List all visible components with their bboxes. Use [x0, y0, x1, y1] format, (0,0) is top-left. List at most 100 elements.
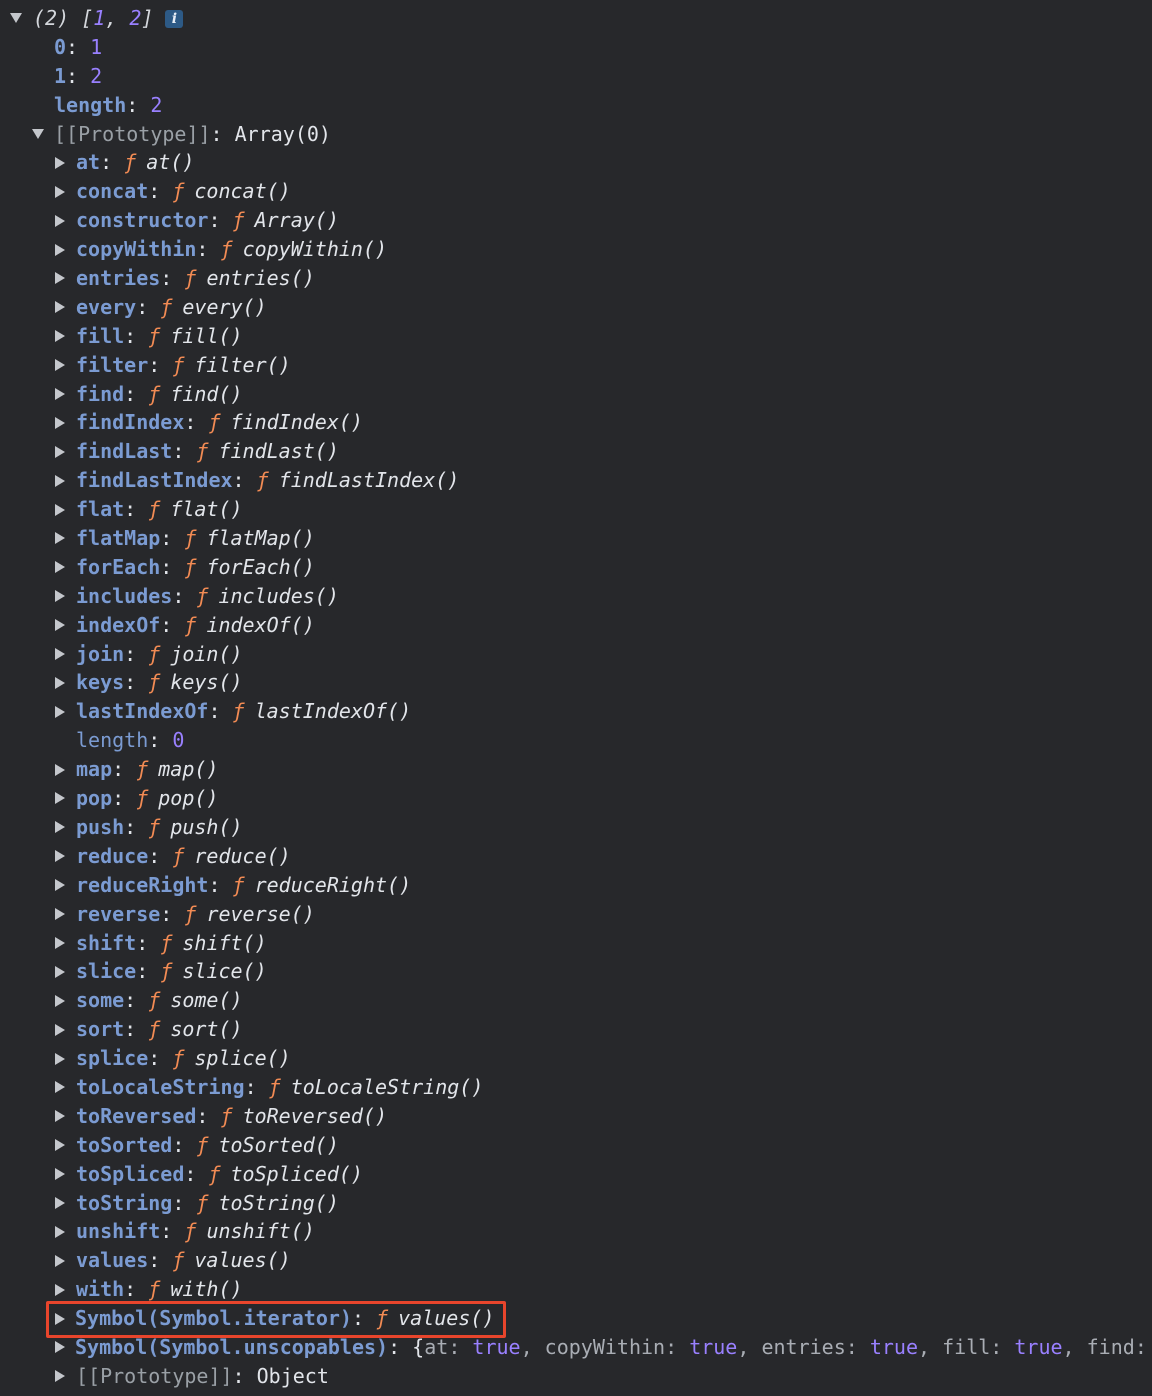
symbol-unscopables-row[interactable]: Symbol(Symbol.unscopables): {at: true, c…	[0, 1333, 1152, 1362]
object-prototype-row[interactable]: [[Prototype]]: Object	[0, 1362, 1152, 1391]
method-row[interactable]: toReversed: ƒ toReversed()	[0, 1102, 1152, 1131]
caret-down-icon[interactable]	[9, 4, 23, 33]
prototype-value: Object	[256, 1363, 329, 1388]
caret-right-icon[interactable]	[53, 235, 67, 264]
method-row[interactable]: filter: ƒ filter()	[0, 351, 1152, 380]
caret-right-icon[interactable]	[53, 1073, 67, 1102]
entry-value: 2	[150, 92, 163, 117]
caret-right-icon[interactable]	[53, 1015, 67, 1044]
method-row[interactable]: values: ƒ values()	[0, 1246, 1152, 1275]
method-row[interactable]: sort: ƒ sort()	[0, 1015, 1152, 1044]
caret-right-icon[interactable]	[53, 380, 67, 409]
method-row[interactable]: keys: ƒ keys()	[0, 668, 1152, 697]
method-row[interactable]: toSpliced: ƒ toSpliced()	[0, 1160, 1152, 1189]
method-row[interactable]: indexOf: ƒ indexOf()	[0, 611, 1152, 640]
method-row[interactable]: reduceRight: ƒ reduceRight()	[0, 871, 1152, 900]
caret-right-icon[interactable]	[53, 524, 67, 553]
method-row[interactable]: entries: ƒ entries()	[0, 264, 1152, 293]
caret-right-icon[interactable]	[53, 871, 67, 900]
caret-right-icon[interactable]	[53, 351, 67, 380]
method-row[interactable]: flatMap: ƒ flatMap()	[0, 524, 1152, 553]
caret-right-icon[interactable]	[53, 640, 67, 669]
caret-right-icon[interactable]	[53, 206, 67, 235]
method-row[interactable]: unshift: ƒ unshift()	[0, 1217, 1152, 1246]
caret-right-icon[interactable]	[53, 322, 67, 351]
method-row[interactable]: push: ƒ push()	[0, 813, 1152, 842]
function-name: fill()	[170, 323, 243, 348]
caret-right-icon[interactable]	[53, 582, 67, 611]
caret-right-icon[interactable]	[53, 293, 67, 322]
function-icon: ƒ	[148, 814, 161, 839]
caret-right-icon[interactable]	[53, 986, 67, 1015]
caret-right-icon[interactable]	[53, 495, 67, 524]
method-row[interactable]: includes: ƒ includes()	[0, 582, 1152, 611]
caret-down-icon[interactable]	[31, 120, 45, 149]
caret-right-icon[interactable]	[53, 1160, 67, 1189]
method-row[interactable]: splice: ƒ splice()	[0, 1044, 1152, 1073]
caret-right-icon[interactable]	[53, 1102, 67, 1131]
caret-right-icon[interactable]	[53, 755, 67, 784]
method-row[interactable]: some: ƒ some()	[0, 986, 1152, 1015]
caret-right-icon[interactable]	[53, 1044, 67, 1073]
caret-right-icon[interactable]	[53, 408, 67, 437]
caret-right-icon[interactable]	[53, 668, 67, 697]
caret-right-icon[interactable]	[53, 900, 67, 929]
method-row[interactable]: findIndex: ƒ findIndex()	[0, 408, 1152, 437]
caret-right-icon[interactable]	[53, 1333, 67, 1362]
caret-right-icon[interactable]	[53, 466, 67, 495]
caret-right-icon[interactable]	[53, 697, 67, 726]
unscopable-key: fill	[942, 1334, 991, 1359]
caret-right-icon[interactable]	[53, 842, 67, 871]
method-row[interactable]: shift: ƒ shift()	[0, 929, 1152, 958]
method-row[interactable]: toLocaleString: ƒ toLocaleString()	[0, 1073, 1152, 1102]
method-row[interactable]: lastIndexOf: ƒ lastIndexOf()	[0, 697, 1152, 726]
method-row[interactable]: reverse: ƒ reverse()	[0, 900, 1152, 929]
method-row[interactable]: toString: ƒ toString()	[0, 1189, 1152, 1218]
prototype-length-row: length: 0	[76, 728, 185, 753]
caret-right-icon[interactable]	[53, 611, 67, 640]
array-summary-value: 1	[93, 6, 106, 30]
caret-right-icon[interactable]	[53, 148, 67, 177]
caret-right-icon[interactable]	[53, 264, 67, 293]
array-root-row[interactable]: (2) [1, 2] i	[0, 4, 1152, 33]
caret-right-icon[interactable]	[53, 784, 67, 813]
method-row[interactable]: join: ƒ join()	[0, 640, 1152, 669]
method-row[interactable]: findLastIndex: ƒ findLastIndex()	[0, 466, 1152, 495]
method-key: toReversed	[76, 1103, 197, 1128]
method-row[interactable]: constructor: ƒ Array()	[0, 206, 1152, 235]
method-row[interactable]: find: ƒ find()	[0, 380, 1152, 409]
method-row[interactable]: forEach: ƒ forEach()	[0, 553, 1152, 582]
method-row[interactable]: copyWithin: ƒ copyWithin()	[0, 235, 1152, 264]
caret-right-icon[interactable]	[53, 1189, 67, 1218]
method-row[interactable]: reduce: ƒ reduce()	[0, 842, 1152, 871]
method-row[interactable]: pop: ƒ pop()	[0, 784, 1152, 813]
method-row[interactable]: map: ƒ map()	[0, 755, 1152, 784]
caret-right-icon[interactable]	[53, 1217, 67, 1246]
method-row[interactable]: slice: ƒ slice()	[0, 957, 1152, 986]
method-key: constructor	[76, 208, 209, 233]
caret-right-icon[interactable]	[53, 1131, 67, 1160]
caret-right-icon[interactable]	[53, 1362, 67, 1391]
caret-right-icon[interactable]	[53, 1246, 67, 1275]
caret-right-icon[interactable]	[53, 177, 67, 206]
method-row[interactable]: flat: ƒ flat()	[0, 495, 1152, 524]
caret-right-icon[interactable]	[53, 1275, 67, 1304]
caret-right-icon[interactable]	[53, 553, 67, 582]
info-icon[interactable]: i	[165, 10, 184, 28]
method-row[interactable]: every: ƒ every()	[0, 293, 1152, 322]
caret-right-icon[interactable]	[53, 957, 67, 986]
caret-right-icon[interactable]	[53, 1304, 67, 1333]
method-row[interactable]: fill: ƒ fill()	[0, 322, 1152, 351]
caret-right-icon[interactable]	[53, 813, 67, 842]
prototype-row[interactable]: [[Prototype]]: Array(0)	[0, 120, 1152, 149]
caret-right-icon[interactable]	[53, 437, 67, 466]
caret-right-icon[interactable]	[53, 929, 67, 958]
method-row[interactable]: concat: ƒ concat()	[0, 177, 1152, 206]
method-row[interactable]: toSorted: ƒ toSorted()	[0, 1131, 1152, 1160]
function-icon: ƒ	[232, 872, 245, 897]
function-icon: ƒ	[184, 266, 197, 291]
method-row[interactable]: with: ƒ with()	[0, 1275, 1152, 1304]
symbol-iterator-row[interactable]: Symbol(Symbol.iterator): ƒ values()	[0, 1301, 1152, 1339]
method-row[interactable]: at: ƒ at()	[0, 148, 1152, 177]
method-row[interactable]: findLast: ƒ findLast()	[0, 437, 1152, 466]
